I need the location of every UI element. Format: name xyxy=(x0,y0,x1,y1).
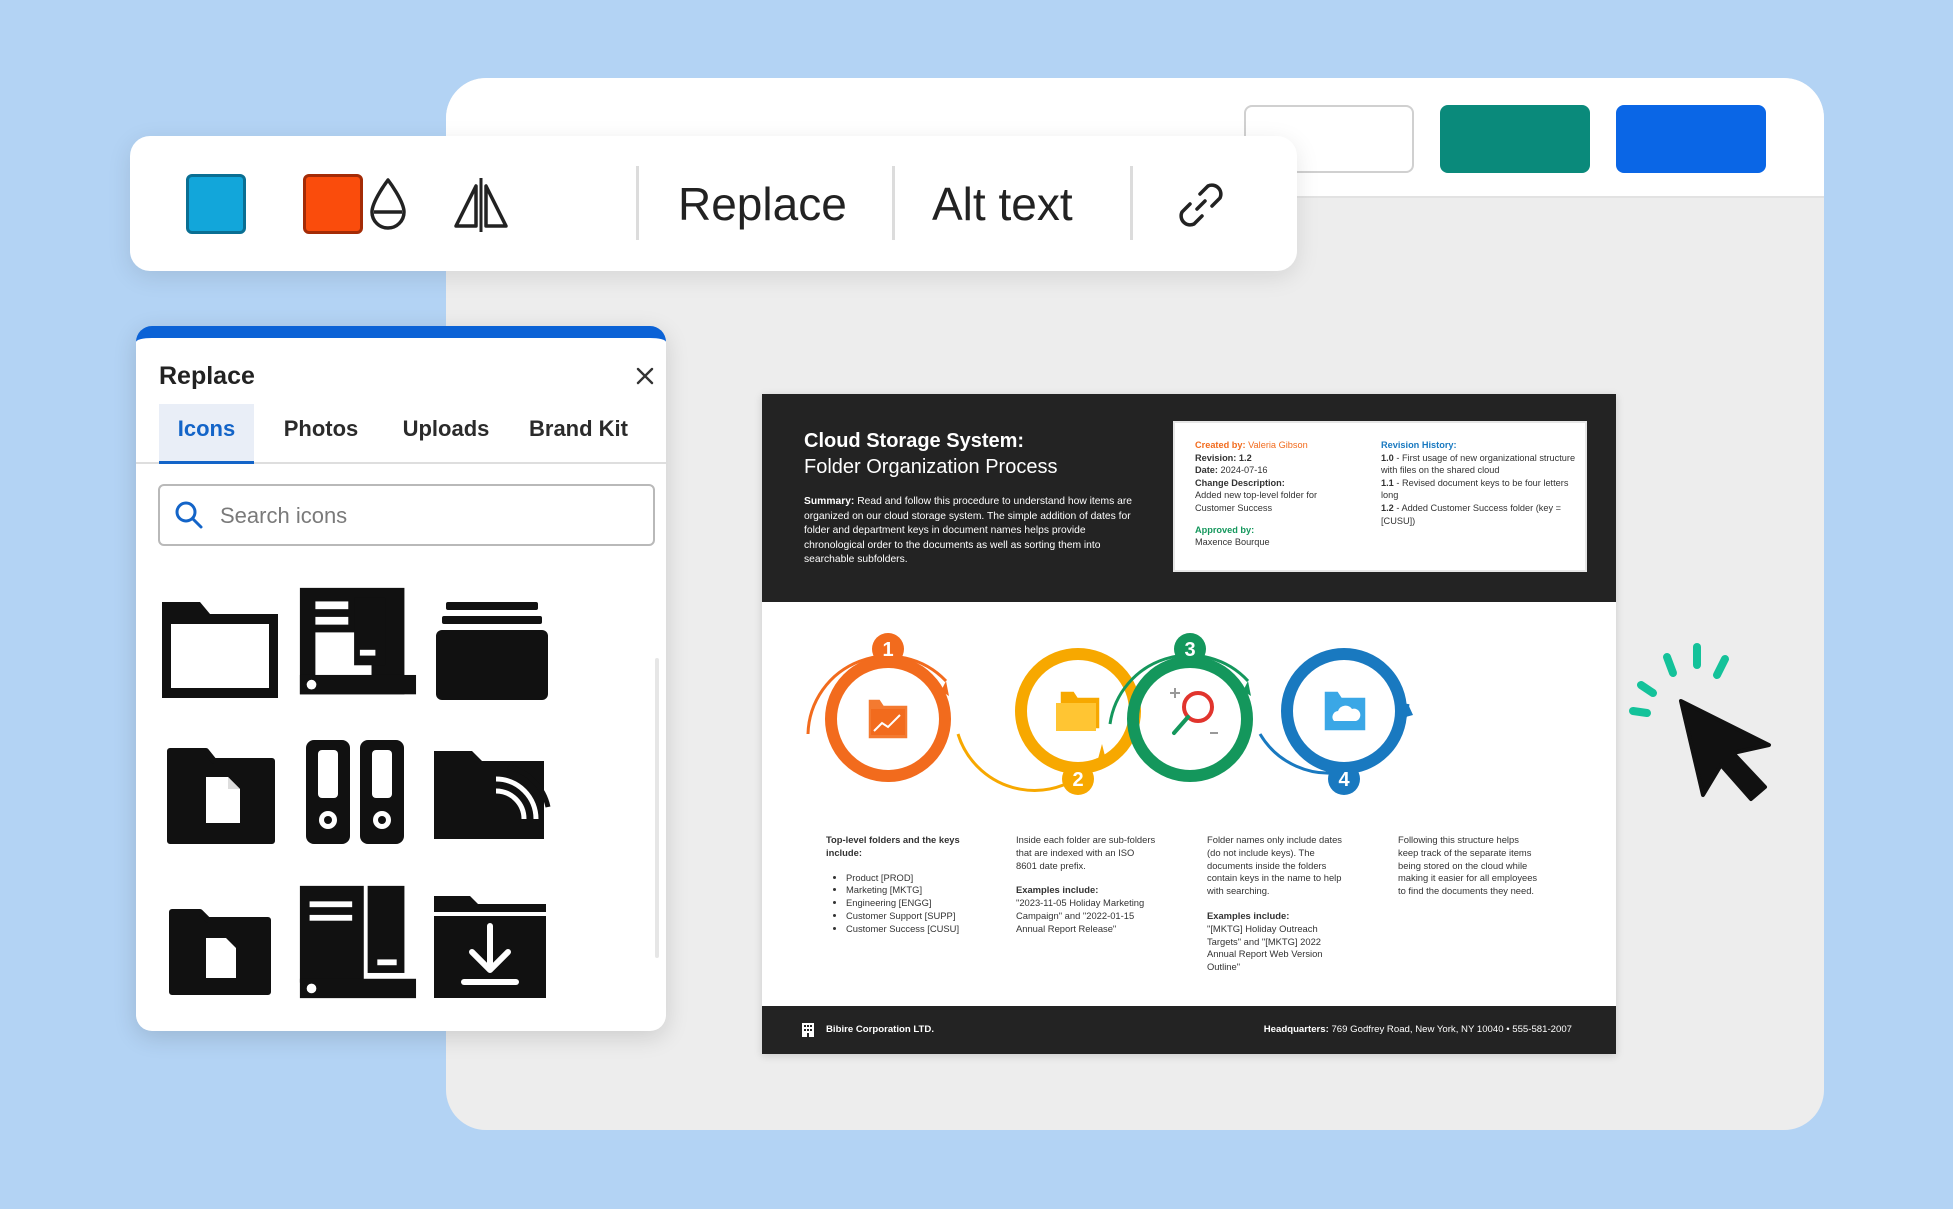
change-value: Added new top-level folder for Customer … xyxy=(1195,490,1318,513)
footer-company: Bibire Corporation LTD. xyxy=(826,1024,935,1035)
replace-panel: Replace Icons Photos Uploads Brand Kit S… xyxy=(136,326,666,1031)
flip-icon[interactable] xyxy=(450,174,512,236)
history-text: - First usage of new organizational stru… xyxy=(1381,452,1576,476)
search-icon xyxy=(175,501,203,529)
folder-network-icon[interactable] xyxy=(426,734,556,854)
history-text: - Revised document keys to be four lette… xyxy=(1381,477,1569,501)
revision-value: 1.2 xyxy=(1238,452,1252,463)
binders-icon[interactable] xyxy=(290,734,420,854)
transparency-drop-icon[interactable] xyxy=(357,174,419,236)
history-text: - Added Customer Success folder (key = [… xyxy=(1381,502,1562,526)
step-description: Following this structure helps keep trac… xyxy=(1398,834,1538,897)
list-item: Engineering [ENGG] xyxy=(846,897,966,910)
document-info-box: Created by: Valeria Gibson Revision: 1.2… xyxy=(1173,421,1587,572)
close-icon[interactable] xyxy=(635,366,655,386)
document-header: Cloud Storage System: Folder Organizatio… xyxy=(762,394,1616,602)
step-description: Folder names only include dates (do not … xyxy=(1207,834,1342,897)
change-label: Change Description: xyxy=(1195,477,1285,488)
file-cabinet-icon[interactable] xyxy=(292,584,422,704)
step-number: 1 xyxy=(882,639,893,661)
history-version: 1.1 xyxy=(1381,477,1394,488)
toolbar-divider xyxy=(636,166,639,240)
toolbar-divider xyxy=(1130,166,1133,240)
building-icon xyxy=(802,1023,814,1037)
step-1-graphic: 1 xyxy=(806,633,951,782)
step-3-text: Folder names only include dates (do not … xyxy=(1207,834,1347,974)
summary-text: Read and follow this procedure to unders… xyxy=(804,496,1132,565)
primary-action-button[interactable] xyxy=(1616,105,1766,173)
list-item: Customer Success [CUSU] xyxy=(846,923,966,936)
step-description: Inside each folder are sub-folders that … xyxy=(1016,834,1156,871)
link-icon[interactable] xyxy=(1170,174,1232,236)
replace-button[interactable]: Replace xyxy=(678,176,847,232)
revision-label: Revision: xyxy=(1195,452,1237,463)
list-item: Marketing [MKTG] xyxy=(846,884,966,897)
history-version: 1.0 xyxy=(1381,452,1394,463)
created-by-value: Valeria Gibson xyxy=(1248,440,1308,450)
color-swatch-blue[interactable] xyxy=(186,174,246,234)
alt-text-button[interactable]: Alt text xyxy=(932,176,1073,232)
history-label: Revision History: xyxy=(1381,440,1457,450)
tab-brand-kit[interactable]: Brand Kit xyxy=(516,404,641,464)
step-2-text: Inside each folder are sub-folders that … xyxy=(1016,834,1156,936)
step-number: 3 xyxy=(1184,639,1195,661)
history-version: 1.2 xyxy=(1381,502,1394,513)
step-4-text: Following this structure helps keep trac… xyxy=(1398,834,1538,898)
click-cursor-icon xyxy=(1629,643,1771,801)
color-swatch-orange[interactable] xyxy=(303,174,363,234)
approved-value: Maxence Bourque xyxy=(1195,537,1270,548)
image-toolbar: Replace Alt text xyxy=(130,136,1297,271)
document-summary: Summary: Read and follow this procedure … xyxy=(804,495,1134,568)
step-number: 2 xyxy=(1072,769,1083,791)
approved-label: Approved by: xyxy=(1195,524,1255,535)
summary-label: Summary: xyxy=(804,496,855,507)
examples-label: Examples include: xyxy=(1016,884,1099,896)
tab-photos[interactable]: Photos xyxy=(266,404,376,464)
panel-title: Replace xyxy=(159,362,255,390)
list-item: Product [PROD] xyxy=(846,872,966,885)
info-right-column: Revision History: 1.0 - First usage of n… xyxy=(1381,439,1577,527)
hq-address: 769 Godfrey Road, New York, NY 10040 • 5… xyxy=(1331,1024,1572,1035)
info-left-column: Created by: Valeria Gibson Revision: 1.2… xyxy=(1195,439,1335,549)
hq-label: Headquarters: xyxy=(1263,1024,1329,1035)
examples-text: "[MKTG] Holiday Outreach Targets" and "[… xyxy=(1207,922,1323,973)
step-4-graphic: 4 xyxy=(1258,648,1413,795)
step-2-graphic: 2 xyxy=(956,648,1141,795)
date-value: 2024-07-16 xyxy=(1220,465,1268,476)
folder-document-icon[interactable] xyxy=(156,738,286,858)
search-placeholder: Search icons xyxy=(220,503,348,528)
folder-key-list: Product [PROD] Marketing [MKTG] Engineer… xyxy=(826,872,966,936)
folder-outline-icon[interactable] xyxy=(156,588,286,708)
step-number: 4 xyxy=(1338,769,1350,791)
folder-download-icon[interactable] xyxy=(426,886,556,1006)
scrollbar[interactable] xyxy=(655,658,659,958)
folder-file-icon[interactable] xyxy=(156,894,286,1014)
date-label: Date: xyxy=(1195,465,1218,476)
document-title: Cloud Storage System: xyxy=(804,430,1025,452)
examples-label: Examples include: xyxy=(1207,909,1290,921)
tab-uploads[interactable]: Uploads xyxy=(386,404,506,464)
document-page[interactable]: Cloud Storage System: Folder Organizatio… xyxy=(762,394,1616,1054)
server-cabinet-icon[interactable] xyxy=(292,882,422,1002)
process-steps-diagram: 1 2 3 4 xyxy=(806,633,1413,795)
footer-headquarters: Headquarters: 769 Godfrey Road, New York… xyxy=(1264,1024,1572,1035)
list-item: Customer Support [SUPP] xyxy=(846,910,966,923)
tab-icons[interactable]: Icons xyxy=(159,404,254,464)
created-by-label: Created by: xyxy=(1195,440,1246,450)
search-input[interactable]: Search icons xyxy=(158,484,655,546)
step-1-text: Top-level folders and the keys include: … xyxy=(826,834,966,936)
examples-text: "2023-11-05 Holiday Marketing Campaign" … xyxy=(1016,897,1145,934)
stacked-folders-icon[interactable] xyxy=(426,588,556,708)
panel-tabs: Icons Photos Uploads Brand Kit xyxy=(136,404,666,464)
document-footer: Bibire Corporation LTD. Headquarters: 76… xyxy=(762,1006,1616,1054)
teal-action-button[interactable] xyxy=(1440,105,1590,173)
toolbar-divider xyxy=(892,166,895,240)
step-heading: Top-level folders and the keys include: xyxy=(826,834,960,858)
step-3-graphic: 3 xyxy=(1108,633,1253,782)
document-subtitle: Folder Organization Process xyxy=(804,456,1058,478)
